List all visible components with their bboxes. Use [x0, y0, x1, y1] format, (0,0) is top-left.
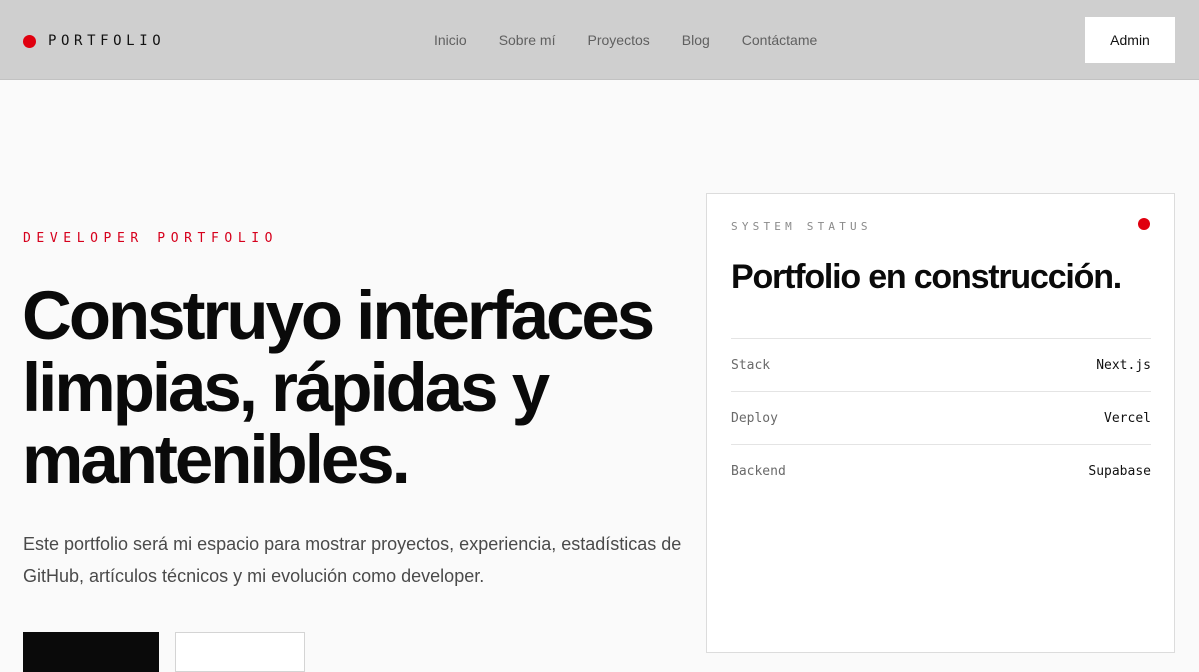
status-row-stack: Stack Next.js — [731, 339, 1151, 392]
system-status-card: SYSTEM STATUS Portfolio en construcción.… — [706, 193, 1175, 653]
row-value: Next.js — [1096, 357, 1151, 373]
status-row-deploy: Deploy Vercel — [731, 392, 1151, 445]
hero-headline: Construyo interfaces limpias, rápidas y … — [22, 277, 655, 498]
nav-link-blog[interactable]: Blog — [682, 32, 710, 48]
row-value: Vercel — [1104, 410, 1151, 426]
brand-name: PORTFOLIO — [48, 33, 166, 49]
nav-link-inicio[interactable]: Inicio — [434, 32, 467, 48]
row-key: Stack — [731, 357, 771, 373]
main-nav: Inicio Sobre mí Proyectos Blog Contáctam… — [434, 32, 849, 48]
card-label: SYSTEM STATUS — [731, 220, 872, 233]
nav-link-contactame[interactable]: Contáctame — [742, 32, 817, 48]
secondary-cta-button[interactable] — [175, 632, 305, 672]
admin-button[interactable]: Admin — [1085, 17, 1175, 63]
status-indicator-icon — [1138, 218, 1150, 230]
nav-link-sobre-mi[interactable]: Sobre mí — [499, 32, 556, 48]
hero-eyebrow: DEVELOPER PORTFOLIO — [23, 231, 279, 246]
primary-cta-button[interactable] — [23, 632, 159, 672]
hero-description: Este portfolio será mi espacio para most… — [23, 534, 682, 586]
brand-logo[interactable]: PORTFOLIO — [23, 33, 165, 49]
status-row-backend: Backend Supabase — [731, 445, 1151, 498]
row-key: Deploy — [731, 410, 778, 426]
nav-link-proyectos[interactable]: Proyectos — [588, 32, 650, 48]
row-value: Supabase — [1088, 464, 1151, 479]
row-key: Backend — [731, 464, 786, 479]
brand-dot-icon — [23, 34, 36, 48]
status-list: Stack Next.js Deploy Vercel Backend Supa… — [731, 338, 1151, 498]
top-navbar: PORTFOLIO Inicio Sobre mí Proyectos Blog… — [0, 0, 1199, 80]
card-title: Portfolio en construcción. — [731, 258, 1122, 296]
